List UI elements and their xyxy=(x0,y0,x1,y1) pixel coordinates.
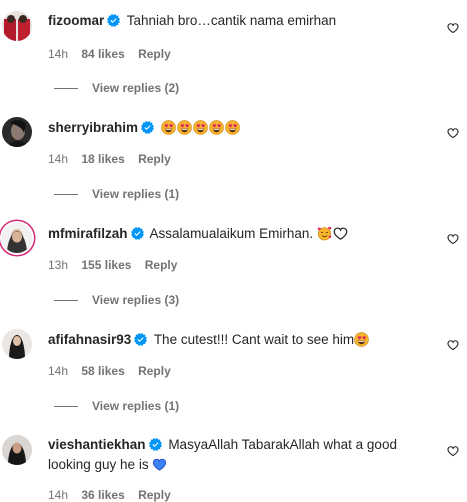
view-replies-button[interactable]: View replies (1) xyxy=(54,399,179,413)
divider-line xyxy=(54,88,78,90)
comment-text-block: sherryibrahim xyxy=(48,118,428,138)
view-replies-label: View replies (2) xyxy=(92,81,180,95)
verified-badge-icon xyxy=(131,227,144,240)
heart-eyes-emoji xyxy=(177,120,192,135)
verified-badge-icon xyxy=(141,121,154,134)
username[interactable]: mfmirafilzah xyxy=(48,226,128,241)
view-replies-label: View replies (1) xyxy=(92,187,180,201)
comment-text-block: vieshantiekhan MasyaAllah TabarakAllah w… xyxy=(48,435,428,475)
avatar[interactable] xyxy=(2,435,32,465)
comment-time: 14h xyxy=(48,364,69,378)
username[interactable]: sherryibrahim xyxy=(48,120,138,135)
reply-button[interactable]: Reply xyxy=(138,152,171,166)
comment-text: Tahniah bro…cantik nama emirhan xyxy=(126,13,337,28)
comment-time: 14h xyxy=(48,47,69,61)
comment-meta: 14h 58 likes Reply xyxy=(48,364,181,378)
likes-count[interactable]: 155 likes xyxy=(81,258,131,272)
verified-badge-icon xyxy=(149,438,162,451)
like-heart-icon[interactable] xyxy=(447,445,459,457)
avatar[interactable] xyxy=(2,11,32,41)
heart-eyes-emoji xyxy=(225,120,240,135)
reply-button[interactable]: Reply xyxy=(138,47,171,61)
verified-badge-icon xyxy=(107,14,120,27)
view-replies-button[interactable]: View replies (2) xyxy=(54,81,179,95)
comment-text-block: fizoomar Tahniah bro…cantik nama emirhan xyxy=(48,11,428,31)
like-heart-icon[interactable] xyxy=(447,233,459,245)
like-heart-icon[interactable] xyxy=(447,22,459,34)
comment-meta: 14h 84 likes Reply xyxy=(48,47,181,61)
comment-time: 13h xyxy=(48,258,69,272)
comment-meta: 13h 155 likes Reply xyxy=(48,258,187,272)
divider-line xyxy=(54,194,78,196)
smiling-face-with-hearts-emoji xyxy=(317,226,332,241)
avatar-image xyxy=(2,223,32,253)
avatar-image xyxy=(2,117,32,147)
divider-line xyxy=(54,406,78,408)
avatar[interactable] xyxy=(2,329,32,359)
heart-eyes-emoji xyxy=(209,120,224,135)
like-heart-icon[interactable] xyxy=(447,339,459,351)
comment-text-block: mfmirafilzah Assalamualaikum Emirhan. xyxy=(48,224,428,244)
like-heart-icon[interactable] xyxy=(447,127,459,139)
avatar[interactable] xyxy=(2,223,32,253)
heart-eyes-emoji xyxy=(161,120,176,135)
white-heart-emoji xyxy=(333,226,348,241)
reply-button[interactable]: Reply xyxy=(145,258,178,272)
username[interactable]: vieshantiekhan xyxy=(48,437,146,452)
avatar[interactable] xyxy=(2,117,32,147)
comment-text: Assalamualaikum Emirhan. xyxy=(149,226,314,241)
verified-badge-icon xyxy=(134,333,147,346)
username[interactable]: afifahnasir93 xyxy=(48,332,131,347)
comment-meta: 14h 18 likes Reply xyxy=(48,152,181,166)
likes-count[interactable]: 58 likes xyxy=(81,364,124,378)
view-replies-label: View replies (1) xyxy=(92,399,180,413)
username[interactable]: fizoomar xyxy=(48,13,104,28)
likes-count[interactable]: 18 likes xyxy=(81,152,124,166)
view-replies-button[interactable]: View replies (1) xyxy=(54,187,179,201)
avatar-image xyxy=(2,435,32,465)
avatar-image xyxy=(2,11,32,41)
heart-eyes-emoji xyxy=(354,332,369,347)
divider-line xyxy=(54,300,78,302)
comment-text-block: afifahnasir93 The cutest!!! Cant wait to… xyxy=(48,330,428,350)
view-replies-label: View replies (3) xyxy=(92,293,180,307)
avatar-image xyxy=(2,329,32,359)
reply-button[interactable]: Reply xyxy=(138,364,171,378)
blue-heart-emoji xyxy=(152,457,167,472)
comment-text: The cutest!!! Cant wait to see him xyxy=(153,332,355,347)
comment-time: 14h xyxy=(48,152,69,166)
likes-count[interactable]: 84 likes xyxy=(81,47,124,61)
view-replies-button[interactable]: View replies (3) xyxy=(54,293,179,307)
heart-eyes-emoji xyxy=(193,120,208,135)
